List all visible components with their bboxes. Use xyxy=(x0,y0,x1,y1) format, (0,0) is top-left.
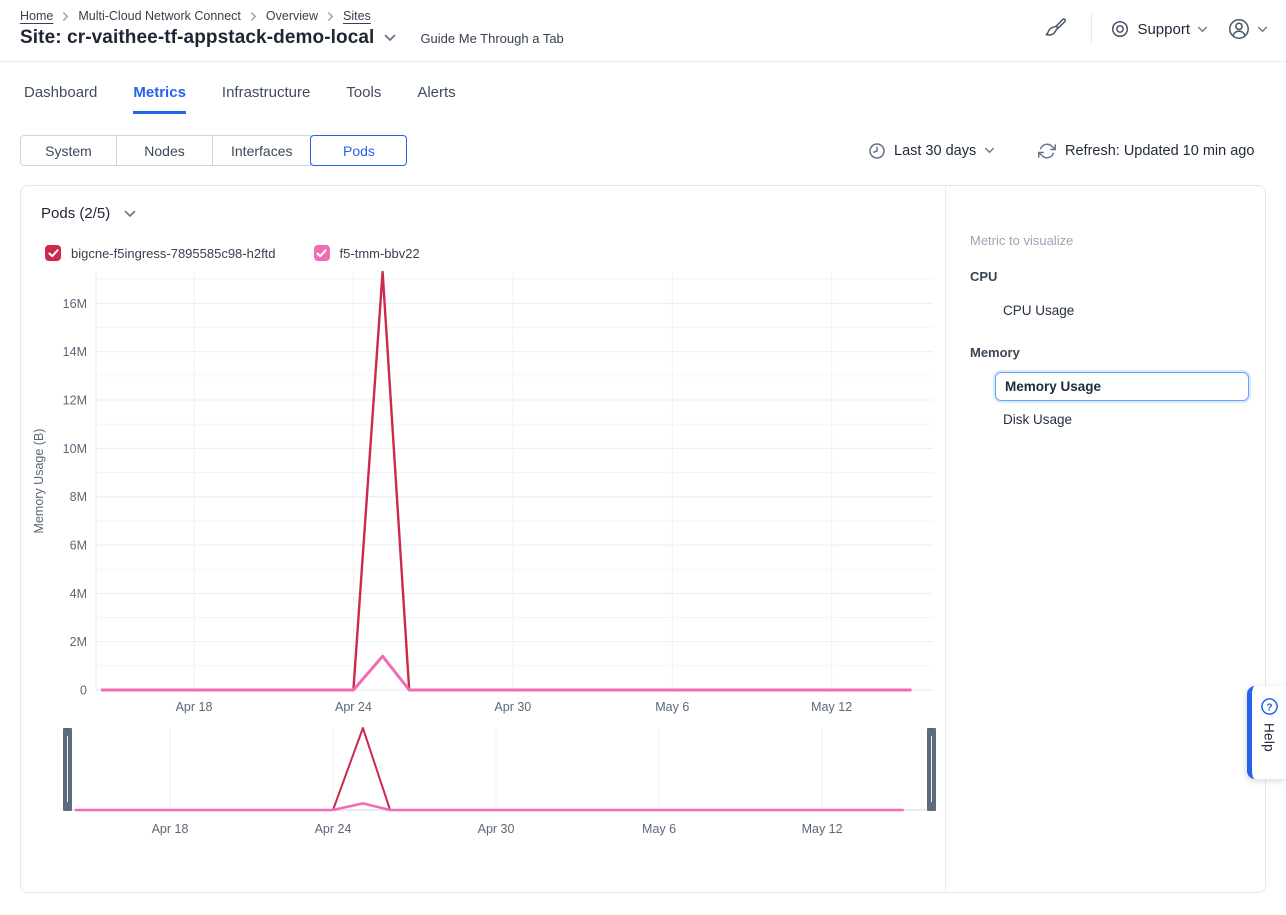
metric-selector-panel: Metric to visualize CPU CPU Usage Memory… xyxy=(945,186,1266,892)
pods-card-header: Pods (2/5) xyxy=(41,205,136,222)
tab-dashboard[interactable]: Dashboard xyxy=(24,84,97,114)
metric-option-disk-usage[interactable]: Disk Usage xyxy=(1003,412,1072,427)
metric-group-memory: Memory xyxy=(970,345,1020,360)
pods-chevron-down-icon[interactable] xyxy=(124,210,136,218)
y-tick-label: 10M xyxy=(63,442,87,456)
chevron-right-icon xyxy=(61,12,70,21)
y-tick-label: 14M xyxy=(63,345,87,359)
series-line-1 xyxy=(101,656,911,690)
legend-item-bigcne[interactable]: bigcne-f5ingress-7895585c98-h2ftd xyxy=(45,245,276,261)
time-range-dropdown[interactable]: Last 30 days xyxy=(868,135,995,166)
segment-nodes[interactable]: Nodes xyxy=(116,135,213,166)
legend-label: f5-tmm-bbv22 xyxy=(340,246,420,261)
support-menu[interactable]: Support xyxy=(1110,19,1208,39)
breadcrumb-home-link[interactable]: Home xyxy=(20,9,53,23)
title-chevron-down-icon[interactable] xyxy=(384,34,396,42)
x-tick-label: May 6 xyxy=(642,822,676,836)
checkbox-checked-icon[interactable] xyxy=(314,245,330,261)
tab-alerts[interactable]: Alerts xyxy=(417,84,455,114)
header-divider xyxy=(1091,14,1092,44)
header-actions: Support xyxy=(1043,14,1268,44)
guide-me-link[interactable]: Guide Me Through a Tab xyxy=(420,31,563,46)
segment-pods[interactable]: Pods xyxy=(310,135,407,166)
page-title-row: Site: cr-vaithee-tf-appstack-demo-local … xyxy=(20,27,564,49)
account-chevron-down-icon xyxy=(1257,26,1268,33)
header-separator xyxy=(0,61,1286,62)
time-range-chevron-down-icon xyxy=(984,147,995,154)
user-avatar-icon xyxy=(1226,16,1252,42)
y-tick-label: 0 xyxy=(80,684,87,698)
svg-text:?: ? xyxy=(1266,702,1272,713)
clock-icon xyxy=(868,142,886,160)
time-range-label: Last 30 days xyxy=(894,143,976,159)
account-menu[interactable] xyxy=(1226,16,1268,42)
x-tick-label: Apr 24 xyxy=(315,822,352,836)
help-flyout-button[interactable]: ? Help xyxy=(1247,686,1286,779)
chart-legend: bigcne-f5ingress-7895585c98-h2ftd f5-tmm… xyxy=(45,245,420,261)
x-tick-label: May 12 xyxy=(811,700,852,714)
metrics-scope-segmented-control: System Nodes Interfaces Pods xyxy=(20,135,407,166)
refresh-button[interactable]: Refresh: Updated 10 min ago xyxy=(1038,135,1254,166)
brush-icon[interactable] xyxy=(1043,17,1067,41)
refresh-label: Refresh: Updated 10 min ago xyxy=(1065,143,1254,159)
metric-group-cpu: CPU xyxy=(970,269,997,284)
y-axis-title: Memory Usage (B) xyxy=(32,429,46,534)
pods-metrics-card: Pods (2/5) bigcne-f5ingress-7895585c98-h… xyxy=(20,185,1266,893)
x-tick-label: May 6 xyxy=(655,700,689,714)
x-tick-label: May 12 xyxy=(802,822,843,836)
breadcrumb: Home Multi-Cloud Network Connect Overvie… xyxy=(20,9,371,23)
help-question-icon: ? xyxy=(1260,697,1279,716)
legend-label: bigcne-f5ingress-7895585c98-h2ftd xyxy=(71,246,276,261)
y-tick-label: 12M xyxy=(63,394,87,408)
page-title: Site: cr-vaithee-tf-appstack-demo-local xyxy=(20,27,374,49)
chevron-right-icon xyxy=(249,12,258,21)
x-tick-label: Apr 30 xyxy=(478,822,515,836)
y-tick-label: 4M xyxy=(70,587,87,601)
support-lifering-icon xyxy=(1110,19,1130,39)
help-label: Help xyxy=(1262,723,1277,752)
legend-item-f5tmm[interactable]: f5-tmm-bbv22 xyxy=(314,245,420,261)
breadcrumb-item[interactable]: Overview xyxy=(266,9,318,23)
series-line-0 xyxy=(101,272,911,690)
segment-interfaces[interactable]: Interfaces xyxy=(212,135,311,166)
breadcrumb-item[interactable]: Multi-Cloud Network Connect xyxy=(78,9,241,23)
memory-usage-line-chart: 0 2M 4M 6M 8M 10M 12M 14M 16M Memory Usage (B) Apr… xyxy=(21,263,946,721)
chevron-right-icon xyxy=(326,12,335,21)
x-tick-label: Apr 24 xyxy=(335,700,372,714)
metric-option-cpu-usage[interactable]: CPU Usage xyxy=(1003,303,1074,318)
x-tick-label: Apr 18 xyxy=(152,822,189,836)
y-tick-label: 2M xyxy=(70,635,87,649)
y-tick-label: 16M xyxy=(63,297,87,311)
x-tick-label: Apr 18 xyxy=(176,700,213,714)
checkbox-checked-icon[interactable] xyxy=(45,245,61,261)
tab-tools[interactable]: Tools xyxy=(346,84,381,114)
tab-infrastructure[interactable]: Infrastructure xyxy=(222,84,310,114)
tab-bar: Dashboard Metrics Infrastructure Tools A… xyxy=(24,84,456,114)
refresh-icon xyxy=(1038,142,1056,160)
y-tick-label: 6M xyxy=(70,539,87,553)
breadcrumb-sites-link[interactable]: Sites xyxy=(343,9,371,23)
segment-system[interactable]: System xyxy=(20,135,117,166)
metric-panel-title: Metric to visualize xyxy=(970,233,1073,248)
time-brush-minimap[interactable]: Apr 18 Apr 24 Apr 30 May 6 May 12 xyxy=(21,721,946,845)
support-label: Support xyxy=(1137,21,1190,38)
series-line-0 xyxy=(75,728,904,810)
y-tick-label: 8M xyxy=(70,490,87,504)
x-tick-label: Apr 30 xyxy=(494,700,531,714)
support-chevron-down-icon xyxy=(1197,26,1208,33)
tab-metrics[interactable]: Metrics xyxy=(133,84,186,114)
series-line-1 xyxy=(75,803,904,810)
pods-count-title: Pods (2/5) xyxy=(41,205,110,222)
metric-option-memory-usage-selected[interactable]: Memory Usage xyxy=(995,372,1249,401)
